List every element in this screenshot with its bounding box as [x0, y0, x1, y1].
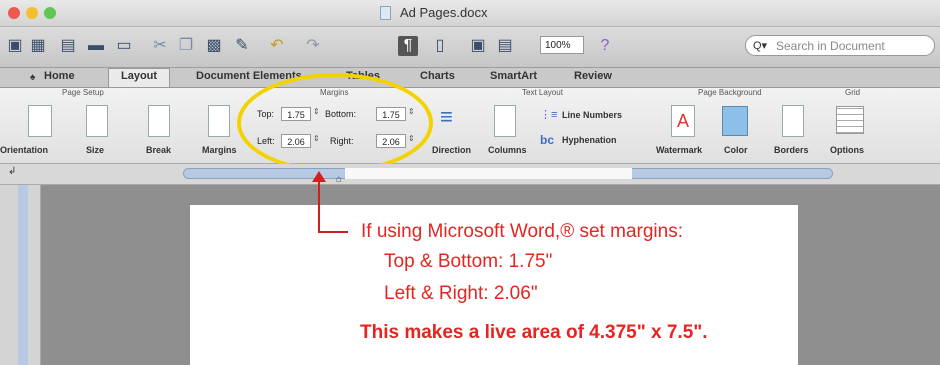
group-label-page-background: Page Background	[698, 88, 762, 97]
line-numbers-icon: ⋮≡	[540, 109, 558, 121]
annotation-line-1: If using Microsoft Word,® set margins:	[361, 221, 683, 242]
margins-icon[interactable]	[208, 105, 230, 137]
group-label-grid: Grid	[845, 88, 861, 97]
vertical-ruler[interactable]	[18, 185, 28, 365]
callout-arrow-connector	[318, 231, 348, 233]
color-button[interactable]: Color	[724, 145, 748, 155]
options-button[interactable]: Options	[830, 145, 864, 155]
ribbon-tabs: ♠ Home Layout Document Elements Tables C…	[0, 68, 940, 88]
borders-button[interactable]: Borders	[774, 145, 809, 155]
orientation-icon[interactable]	[28, 105, 52, 137]
tab-layout[interactable]: Layout	[108, 68, 171, 87]
tab-review[interactable]: Review	[574, 70, 612, 82]
redo-icon[interactable]: ↷	[300, 36, 326, 56]
ruler-text-area	[345, 168, 632, 179]
direction-button[interactable]: Direction	[432, 145, 471, 155]
callout-arrow-line	[318, 180, 320, 233]
size-button[interactable]: Size	[86, 145, 104, 155]
break-icon[interactable]	[148, 105, 170, 137]
page-color-icon[interactable]	[722, 106, 748, 136]
grid-options-icon[interactable]	[836, 106, 864, 134]
help-icon[interactable]: ?	[594, 36, 616, 56]
zoom-select[interactable]: 100%	[540, 36, 584, 54]
columns-button[interactable]: Columns	[488, 145, 527, 155]
hyphenation-icon: bc	[540, 133, 555, 147]
copy-icon[interactable]: ❐	[176, 36, 196, 56]
break-button[interactable]: Break	[146, 145, 171, 155]
watermark-icon[interactable]: A	[671, 105, 695, 137]
new-document-icon[interactable]: ▣	[4, 36, 26, 56]
template-gallery-icon[interactable]: ▦	[28, 36, 48, 56]
standard-toolbar: ▣ ▦ ▤ ▬ ▭ ✂ ❐ ▩ ✎ ↶ ↷ ¶ ▯ ▣ ▤ 100% ? Sea…	[0, 27, 940, 68]
minimize-button[interactable]	[26, 7, 38, 19]
hyphenation-button[interactable]: Hyphenation	[562, 135, 617, 145]
document-icon	[380, 6, 391, 20]
tab-home[interactable]: Home	[44, 70, 75, 82]
tab-smartart[interactable]: SmartArt	[490, 70, 537, 82]
word-window: Ad Pages.docx ▣ ▦ ▤ ▬ ▭ ✂ ❐ ▩ ✎ ↶ ↷ ¶ ▯ …	[0, 0, 940, 365]
sidebar-icon[interactable]: ▯	[430, 36, 450, 56]
show-formatting-icon[interactable]: ¶	[398, 36, 418, 56]
tab-charts[interactable]: Charts	[420, 70, 455, 82]
indent-marker-icon[interactable]: ⌂	[336, 174, 342, 185]
annotation-line-4: This makes a live area of 4.375" x 7.5".	[360, 322, 708, 343]
undo-icon[interactable]: ↶	[264, 36, 290, 56]
cut-icon[interactable]: ✂	[150, 36, 170, 56]
home-icon: ♠	[30, 72, 36, 83]
line-numbers-button[interactable]: Line Numbers	[562, 110, 622, 120]
annotation-line-2: Top & Bottom: 1.75"	[384, 251, 553, 272]
paste-icon[interactable]: ▩	[204, 36, 224, 56]
tab-stop-icon[interactable]: ↲	[8, 166, 16, 177]
size-icon[interactable]	[86, 105, 108, 137]
print-icon[interactable]: ▭	[114, 36, 134, 56]
group-label-text-layout: Text Layout	[522, 88, 563, 97]
window-title: Ad Pages.docx	[400, 5, 488, 20]
toolbox-icon[interactable]: ▣	[468, 36, 488, 56]
layout-ribbon: Page Setup Margins Text Layout Page Back…	[0, 88, 940, 164]
margins-highlight-ellipse	[237, 73, 433, 173]
search-icon: Q▾	[753, 40, 768, 52]
search-input[interactable]: Search in Document	[745, 35, 935, 56]
save-icon[interactable]: ▬	[86, 36, 106, 56]
columns-icon[interactable]	[494, 105, 516, 137]
annotation-line-3: Left & Right: 2.06"	[384, 283, 538, 304]
open-icon[interactable]: ▤	[58, 36, 78, 56]
group-label-page-setup: Page Setup	[62, 88, 104, 97]
zoom-window-button[interactable]	[44, 7, 56, 19]
format-painter-icon[interactable]: ✎	[232, 36, 252, 56]
watermark-button[interactable]: Watermark	[656, 145, 702, 155]
close-button[interactable]	[8, 7, 20, 19]
margins-button[interactable]: Margins	[202, 145, 237, 155]
borders-icon[interactable]	[782, 105, 804, 137]
title-bar: Ad Pages.docx	[0, 0, 940, 27]
media-browser-icon[interactable]: ▤	[494, 36, 516, 56]
orientation-button[interactable]: Orientation	[0, 145, 48, 155]
text-direction-icon[interactable]: ≡	[440, 104, 453, 130]
